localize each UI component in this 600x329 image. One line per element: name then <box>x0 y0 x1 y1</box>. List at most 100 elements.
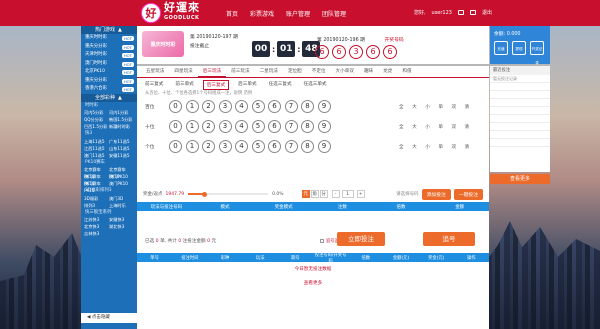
sidebar-game-link[interactable]: 巴西1.5分彩 <box>84 123 109 130</box>
number-ball[interactable]: 0 <box>169 100 182 113</box>
sidebar-game-link[interactable]: 新疆时时彩 <box>109 123 134 130</box>
quick-op-button[interactable]: 单 <box>438 104 443 110</box>
number-ball[interactable]: 9 <box>317 100 331 113</box>
settings-icon[interactable] <box>469 10 476 15</box>
sidebar-game-link[interactable]: 山东11选5 <box>109 145 134 152</box>
sidebar-game-link[interactable]: 排列3 <box>84 202 109 209</box>
number-ball[interactable]: 6 <box>268 100 281 113</box>
number-ball[interactable]: 2 <box>202 120 215 133</box>
sidebar-game-link[interactable]: 安徽11选5 <box>109 152 134 159</box>
tab-play-category[interactable]: 前三玩法 <box>226 66 254 77</box>
number-ball[interactable]: 5 <box>251 100 265 113</box>
quick-op-button[interactable]: 双 <box>451 104 456 110</box>
number-ball[interactable]: 9 <box>317 140 331 153</box>
tab-play-subtype[interactable]: 前三单式 <box>172 80 196 90</box>
sidebar-hot-header[interactable]: 热门游戏 ▲ <box>81 26 137 34</box>
sidebar-game-link[interactable]: 湖北快3 <box>109 223 134 230</box>
sidebar-game-link[interactable]: 江西11选5 <box>84 145 109 152</box>
quick-op-button[interactable]: 双 <box>451 124 456 130</box>
sidebar-game-link[interactable]: 江苏快3 <box>84 216 109 223</box>
sidebar-hot-item[interactable]: 重庆分分彩 HOT <box>81 43 137 52</box>
minus-button[interactable]: - <box>331 190 340 198</box>
tab-play-category[interactable]: 定位胆 <box>283 66 307 77</box>
logout-link[interactable]: 退出 <box>482 9 492 16</box>
sidebar-game-link[interactable]: 安徽快3 <box>109 216 134 223</box>
number-ball[interactable]: 6 <box>268 140 281 153</box>
site-logo[interactable]: 好 好運來 GOODLUCK <box>141 2 200 24</box>
number-ball[interactable]: 0 <box>169 140 182 153</box>
tab-play-subtype[interactable]: 前三复式 <box>142 80 166 90</box>
tab-play-subtype[interactable]: 任选三单式 <box>301 80 330 90</box>
recent-more-button[interactable]: 查看更多 <box>490 174 550 184</box>
sidebar-game-link[interactable]: 上海时乐 <box>109 202 134 209</box>
number-ball[interactable]: 7 <box>284 140 298 153</box>
quick-op-button[interactable]: 单 <box>438 124 443 130</box>
nav-team[interactable]: 团队管理 <box>322 9 346 18</box>
tab-play-category[interactable]: 后三玩法 <box>197 66 227 77</box>
quick-op-button[interactable]: 全 <box>399 104 404 110</box>
tab-play-subtype[interactable]: 后三复式 <box>202 80 230 90</box>
number-ball[interactable]: 2 <box>202 100 215 113</box>
sidebar-hide-button[interactable]: ◀ 点击隐藏 <box>81 313 137 323</box>
tab-play-category[interactable]: 五星玩法 <box>141 66 169 77</box>
quick-op-button[interactable]: 清 <box>465 144 470 150</box>
quick-op-button[interactable]: 双 <box>451 144 456 150</box>
username[interactable]: user123 <box>432 10 452 16</box>
sidebar-game-link[interactable]: 澳门赛车PK10 <box>84 180 109 193</box>
unit-yuan[interactable]: 元 <box>301 190 310 198</box>
sidebar-all-header[interactable]: 全部彩种 ▲ <box>81 93 137 102</box>
number-ball[interactable]: 4 <box>235 100 248 113</box>
sidebar-hot-item[interactable]: 北京PK10 HOT <box>81 68 137 77</box>
add-bet-button[interactable]: 添加投注 <box>421 188 451 200</box>
quick-op-button[interactable]: 全 <box>399 144 404 150</box>
number-ball[interactable]: 4 <box>235 120 248 133</box>
sidebar-game-link[interactable]: 澳门PK10 <box>109 173 134 180</box>
number-ball[interactable]: 7 <box>284 100 298 113</box>
number-ball[interactable]: 8 <box>301 120 314 133</box>
rebate-slider[interactable] <box>188 191 269 197</box>
sidebar-game-link[interactable]: 广东11选5 <box>109 138 134 145</box>
quick-op-button[interactable]: 全 <box>399 124 404 130</box>
sidebar-hot-item[interactable]: 香港六合彩 HOT <box>81 85 137 94</box>
sidebar-game-link[interactable]: 澳门PK10 <box>109 180 134 187</box>
sidebar-game-link[interactable]: QQ分分彩 <box>84 116 109 123</box>
tab-play-category[interactable]: 龙虎 <box>378 66 397 77</box>
multiplier-input[interactable]: 1 <box>341 190 354 198</box>
number-ball[interactable]: 0 <box>169 120 182 133</box>
sidebar-hot-item[interactable]: 重庆时时彩 HOT <box>81 34 137 43</box>
sidebar-game-link[interactable]: 澳门11选5 <box>84 152 109 159</box>
sidebar-game-link[interactable]: 澳门3D <box>109 195 134 202</box>
unit-fen[interactable]: 分 <box>319 190 328 198</box>
sidebar-game-link[interactable]: 澳门赛车PK10 <box>84 173 109 186</box>
sidebar-game-link[interactable]: 上海11选5 <box>84 138 109 145</box>
quick-op-button[interactable]: 大 <box>412 124 417 130</box>
number-ball[interactable]: 5 <box>251 140 265 153</box>
sidebar-game-link[interactable]: 河内5分彩 <box>84 109 109 116</box>
sidebar-game-link[interactable]: 北京快3 <box>84 223 109 230</box>
number-ball[interactable]: 1 <box>185 120 199 133</box>
tab-play-category[interactable]: 二星玩法 <box>255 66 283 77</box>
tab-play-subtype[interactable]: 任选三复式 <box>266 80 295 90</box>
nav-account[interactable]: 账户管理 <box>286 9 310 18</box>
sidebar-game-link[interactable]: 吉林快3 <box>84 230 109 237</box>
history-more-link[interactable]: 查看更多 <box>137 280 489 286</box>
sidebar-hot-item[interactable]: 天津时时彩 HOT <box>81 51 137 60</box>
sidebar-game-link[interactable]: 韩国1.5分彩 <box>109 116 134 123</box>
number-ball[interactable]: 3 <box>218 120 232 133</box>
tab-play-subtype[interactable]: 后三单式 <box>235 80 259 90</box>
nav-games[interactable]: 彩票游戏 <box>250 9 274 18</box>
quick-op-button[interactable]: 小 <box>425 124 430 130</box>
mail-icon[interactable] <box>457 10 464 15</box>
quick-op-button[interactable]: 清 <box>465 104 470 110</box>
sidebar-game-link[interactable]: 北京赛车PK10 <box>84 166 109 179</box>
tab-play-category[interactable]: 趣味 <box>359 66 378 77</box>
number-ball[interactable]: 3 <box>218 140 232 153</box>
deposit-icon[interactable]: 充值 <box>494 41 508 55</box>
sidebar-game-link[interactable]: 3D福彩 <box>84 195 109 202</box>
tab-play-category[interactable]: 四星玩法 <box>169 66 197 77</box>
number-ball[interactable]: 5 <box>251 120 265 133</box>
quick-op-button[interactable]: 单 <box>438 144 443 150</box>
quick-op-button[interactable]: 大 <box>412 104 417 110</box>
number-ball[interactable]: 8 <box>301 100 314 113</box>
number-ball[interactable]: 2 <box>202 140 215 153</box>
